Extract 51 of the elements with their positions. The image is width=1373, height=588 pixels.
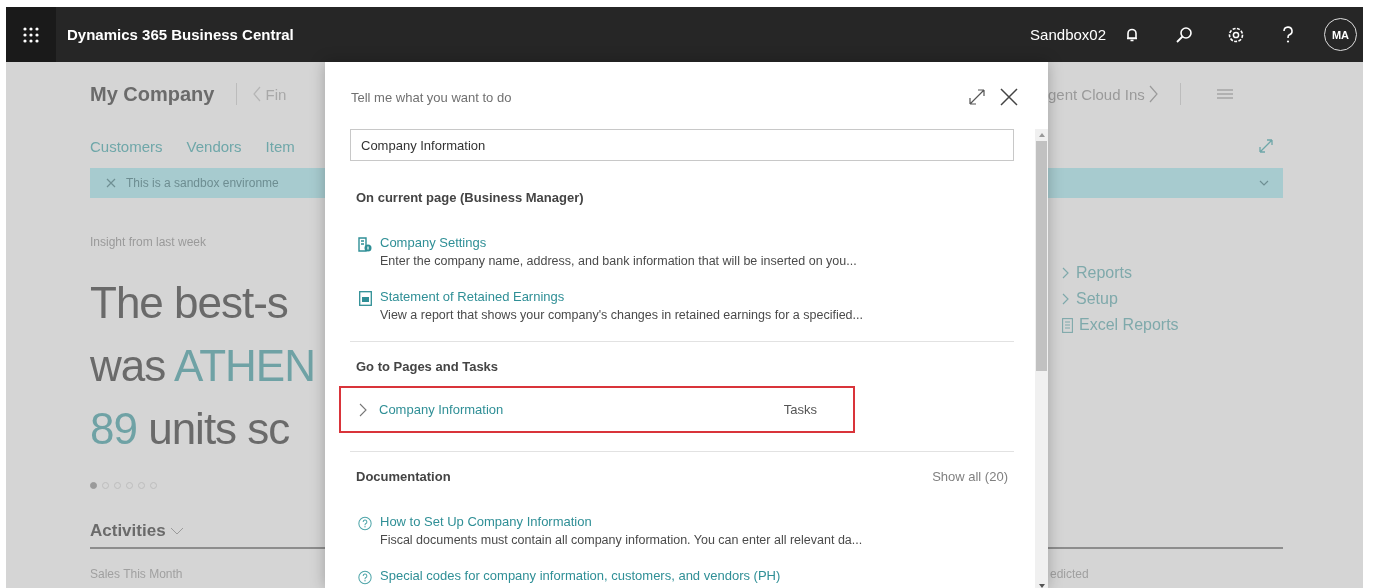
search-icon	[1175, 25, 1193, 44]
help-icon	[1281, 25, 1295, 44]
chevron-right-icon	[359, 402, 367, 417]
headline-text: was ATHEN	[90, 340, 315, 392]
result-item[interactable]: Company Information Tasks	[339, 386, 855, 433]
scrollbar[interactable]	[1035, 129, 1048, 588]
settings-page-icon	[358, 237, 372, 252]
carousel-dot[interactable]	[90, 482, 97, 489]
chevron-right-icon	[1148, 85, 1158, 103]
result-title[interactable]: Company Settings	[380, 235, 857, 251]
bell-icon	[1124, 26, 1140, 43]
help-icon	[358, 516, 372, 531]
result-description: View a report that shows your company's changes in retained earnings for a specified...	[380, 307, 863, 323]
report-icon	[358, 291, 372, 306]
result-category: Tasks	[783, 402, 817, 417]
app-title: Dynamics 365 Business Central	[67, 26, 294, 43]
search-field[interactable]: Company Information	[350, 129, 1014, 161]
scrollbar-thumb[interactable]	[1036, 141, 1047, 371]
menu-icon[interactable]	[1216, 88, 1233, 100]
expand-icon[interactable]	[968, 88, 986, 106]
result-title[interactable]: Special codes for company information, customers, and vendors (PH)	[380, 568, 781, 584]
section-heading: Documentation	[356, 468, 451, 484]
show-all-link[interactable]: Show all (20)	[932, 468, 1008, 484]
scroll-up-icon[interactable]	[1038, 133, 1045, 137]
section-heading: On current page (Business Manager)	[356, 189, 584, 205]
section-heading: Activities	[90, 521, 166, 541]
headline-text: The best-s	[90, 277, 288, 329]
chevron-down-icon[interactable]	[169, 527, 184, 535]
result-description: Enter the company name, address, and bank information that will be inserted on you...	[380, 253, 857, 269]
close-icon[interactable]	[1000, 88, 1018, 106]
result-title[interactable]: Company Information	[379, 401, 504, 418]
result-title[interactable]: Statement of Retained Earnings	[380, 289, 863, 305]
chevron-left-icon	[253, 86, 262, 102]
chevron-right-icon	[1062, 293, 1070, 305]
waffle-icon	[23, 26, 39, 43]
help-icon	[358, 570, 372, 585]
environment-name: Sandbox02	[1030, 26, 1106, 43]
dialog-title: Tell me what you want to do	[351, 89, 512, 105]
result-title[interactable]: How to Set Up Company Information	[380, 514, 863, 530]
app-launcher-button[interactable]	[6, 7, 56, 62]
company-name: My Company	[90, 82, 215, 106]
chevron-right-icon	[1062, 267, 1070, 279]
scroll-down-icon[interactable]	[1038, 584, 1045, 588]
result-description: Fiscal documents must contain all company information. You can enter all relevant da...	[380, 532, 863, 548]
insight-caption: Insight from last week	[90, 235, 207, 249]
headline-text: 89 units sc	[90, 403, 290, 455]
document-icon	[1062, 317, 1073, 333]
settings-icon	[1227, 25, 1245, 44]
chevron-down-icon[interactable]	[1259, 180, 1269, 186]
banner-text: This is a sandbox environme	[126, 176, 279, 190]
section-heading: Go to Pages and Tasks	[356, 358, 499, 374]
